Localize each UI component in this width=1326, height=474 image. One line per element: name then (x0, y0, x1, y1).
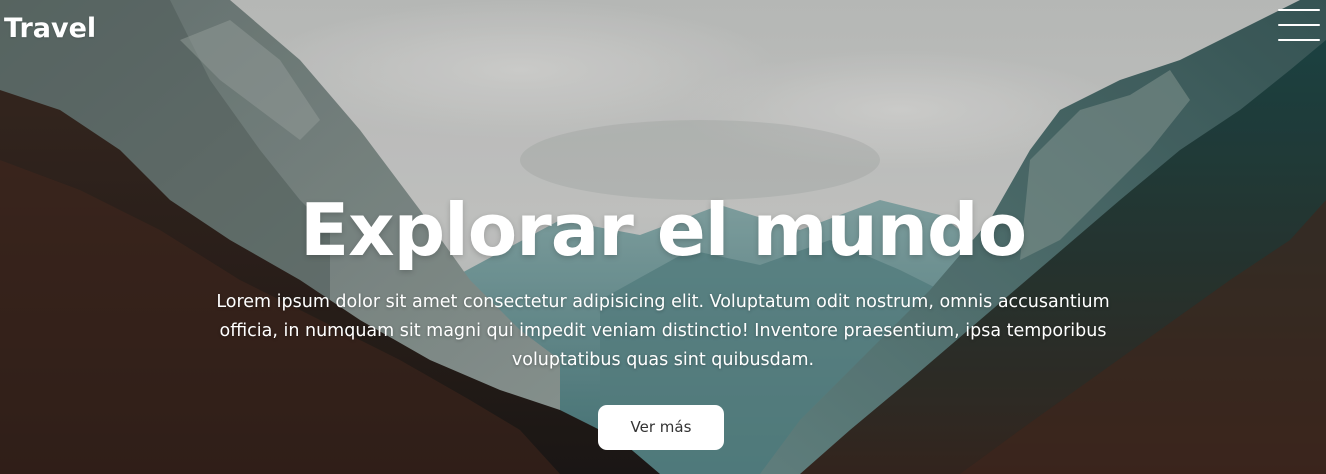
brand-logo[interactable]: Travel (4, 10, 96, 48)
menu-bar-middle (1278, 24, 1320, 26)
hero-title: Explorar el mundo (299, 188, 1027, 272)
hero-section: Travel Explorar el mundo Lorem ipsum dol… (0, 0, 1326, 474)
hamburger-menu-icon[interactable] (1278, 9, 1320, 42)
menu-bar-bottom (1278, 39, 1320, 41)
menu-bar-top (1278, 9, 1320, 11)
hero-description: Lorem ipsum dolor sit amet consectetur a… (216, 292, 1110, 370)
ver-mas-button[interactable]: Ver más (598, 405, 724, 450)
